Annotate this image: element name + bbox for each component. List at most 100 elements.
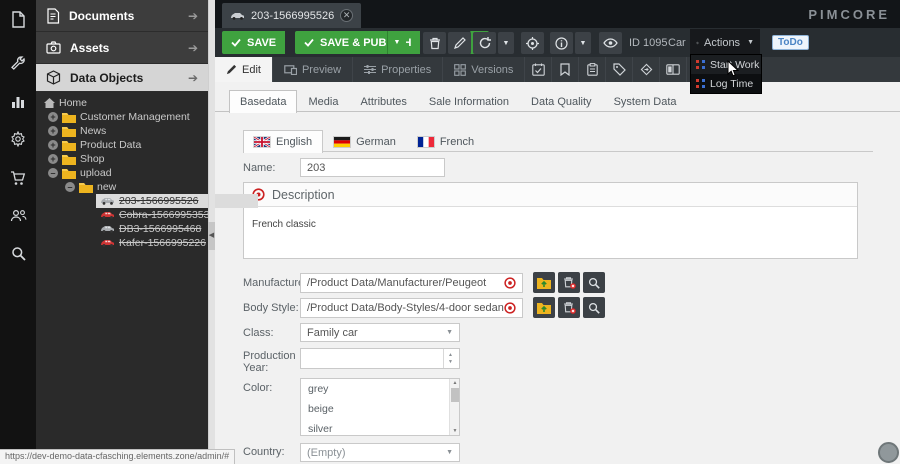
accordion-documents[interactable]: Documents ➔ (36, 0, 208, 32)
tools-wrench-icon[interactable] (0, 48, 36, 78)
bookmark-button[interactable] (552, 57, 579, 82)
chevron-down-icon: ▼ (446, 449, 453, 456)
tab-properties[interactable]: Properties (353, 57, 443, 82)
pencil-icon (226, 64, 237, 75)
reload-dropdown-button[interactable]: ▼ (498, 32, 514, 54)
tab-preview[interactable]: Preview (273, 57, 353, 82)
name-input[interactable]: 203 (300, 158, 445, 177)
expand-plus-icon[interactable]: + (48, 112, 58, 122)
open-object-tab[interactable]: 203-1566995526 ✕ (222, 3, 361, 28)
body-style-search-button[interactable] (583, 297, 605, 318)
info-button[interactable] (550, 32, 573, 54)
tree-label: 203-1566995526 (119, 195, 198, 207)
tab-close-icon[interactable]: ✕ (340, 9, 353, 22)
file-icon[interactable] (0, 4, 36, 34)
body-style-remove-button[interactable] (558, 297, 580, 318)
body-style-open-button[interactable] (533, 297, 555, 318)
expand-plus-icon[interactable]: + (48, 140, 58, 150)
tab-basedata[interactable]: Basedata (229, 90, 297, 113)
tab-lang-german[interactable]: German (323, 130, 407, 152)
search-icon[interactable] (0, 238, 36, 268)
tree-label: Cobra-1566995353 (119, 209, 210, 221)
expand-plus-icon[interactable]: + (48, 126, 58, 136)
scroll-up-icon[interactable]: ▲ (450, 380, 460, 386)
reports-chart-icon[interactable] (0, 87, 36, 117)
tab-lang-english[interactable]: English (243, 130, 323, 153)
tab-system-data[interactable]: System Data (603, 90, 688, 112)
tree-item-object[interactable]: DB3-1566995468 (100, 222, 201, 236)
scroll-down-icon[interactable]: ▼ (450, 428, 460, 434)
manufacturer-input[interactable]: /Product Data/Manufacturer/Peugeot (300, 273, 523, 293)
manufacturer-open-button[interactable] (533, 272, 555, 293)
tab-versions[interactable]: Versions (443, 57, 525, 82)
menu-item-start-work[interactable]: Start Work (691, 55, 761, 74)
manufacturer-search-button[interactable] (583, 272, 605, 293)
class-select[interactable]: Family car ▼ (300, 323, 460, 342)
accordion-data-objects[interactable]: Data Objects ➔ (36, 64, 208, 92)
tab-attributes[interactable]: Attributes (349, 90, 417, 112)
scrollbar-thumb[interactable] (451, 388, 459, 402)
expand-plus-icon[interactable]: + (48, 154, 58, 164)
users-icon[interactable] (0, 200, 36, 230)
car-red-icon (100, 239, 115, 247)
collapse-minus-icon[interactable]: – (48, 168, 58, 178)
workflow-diamond-icon (640, 63, 653, 76)
sliders-icon (364, 64, 376, 75)
tree-item-news[interactable]: + News (48, 124, 106, 138)
locate-in-tree-button[interactable] (521, 32, 544, 54)
tab-lang-french[interactable]: French (407, 130, 485, 152)
tree-item-home[interactable]: Home (44, 96, 87, 110)
german-flag-icon (334, 137, 350, 147)
splitter-collapse-handle[interactable]: ◀ (208, 222, 215, 250)
tree-item-upload[interactable]: – upload (48, 166, 112, 180)
color-multiselect[interactable]: grey beige silver ▲ ▼ (300, 378, 460, 436)
tree-item-object[interactable]: Cobra-1566995353 (100, 208, 210, 222)
notes-button[interactable] (579, 57, 606, 82)
check-icon (231, 38, 241, 47)
collapse-minus-icon[interactable]: – (65, 182, 75, 192)
open-preview-button[interactable] (599, 32, 622, 54)
info-icon (555, 37, 568, 50)
trash-icon (429, 37, 441, 50)
compare-layout-button[interactable] (660, 57, 687, 82)
tree-item-customer-management[interactable]: + Customer Management (48, 110, 190, 124)
manufacturer-remove-button[interactable] (558, 272, 580, 293)
schedule-button[interactable] (525, 57, 552, 82)
tree-item-product-data[interactable]: + Product Data (48, 138, 141, 152)
color-option[interactable]: silver (301, 419, 459, 436)
tree-item-shop[interactable]: + Shop (48, 152, 105, 166)
info-dropdown-button[interactable]: ▼ (575, 32, 591, 54)
tree-item-new[interactable]: – new (65, 180, 116, 194)
description-textarea[interactable]: French classic (244, 207, 857, 242)
save-button[interactable]: SAVE (222, 31, 285, 54)
tree-item-object-selected[interactable]: 203-1566995526 (96, 194, 258, 208)
target-icon (526, 37, 539, 50)
tab-media[interactable]: Media (297, 90, 349, 112)
save-publish-dropdown-button[interactable]: ▼ (387, 31, 406, 54)
production-year-spinner[interactable]: ▲▼ (300, 348, 460, 369)
body-style-input[interactable]: /Product Data/Body-Styles/4-door sedan (300, 298, 523, 318)
reload-button[interactable] (473, 32, 496, 54)
arrow-right-icon: ➔ (188, 41, 198, 55)
color-option[interactable]: beige (301, 399, 459, 419)
background-jobs-indicator[interactable] (878, 442, 899, 463)
tree-item-object[interactable]: Kafer-1566995226 (100, 236, 206, 250)
tags-button[interactable] (606, 57, 633, 82)
tab-data-quality[interactable]: Data Quality (520, 90, 603, 112)
tab-sale-information[interactable]: Sale Information (418, 90, 520, 112)
color-list-scrollbar[interactable]: ▲ ▼ (449, 379, 459, 435)
color-option[interactable]: grey (301, 379, 459, 399)
settings-gear-icon[interactable] (0, 124, 36, 154)
tab-edit[interactable]: Edit (215, 57, 273, 82)
actions-button[interactable]: Actions ▼ (690, 29, 760, 56)
workflow-button[interactable] (633, 57, 660, 82)
country-select[interactable]: (Empty) ▼ (300, 443, 460, 462)
menu-item-log-time[interactable]: Log Time (691, 74, 761, 93)
delete-button[interactable] (423, 32, 446, 54)
folder-upload-icon (537, 277, 551, 289)
rename-button[interactable] (448, 32, 471, 54)
spinner-arrows-icon[interactable]: ▲▼ (443, 349, 453, 368)
ecommerce-cart-icon[interactable] (0, 163, 36, 193)
accordion-assets[interactable]: Assets ➔ (36, 32, 208, 64)
car-grey-icon (230, 12, 245, 20)
